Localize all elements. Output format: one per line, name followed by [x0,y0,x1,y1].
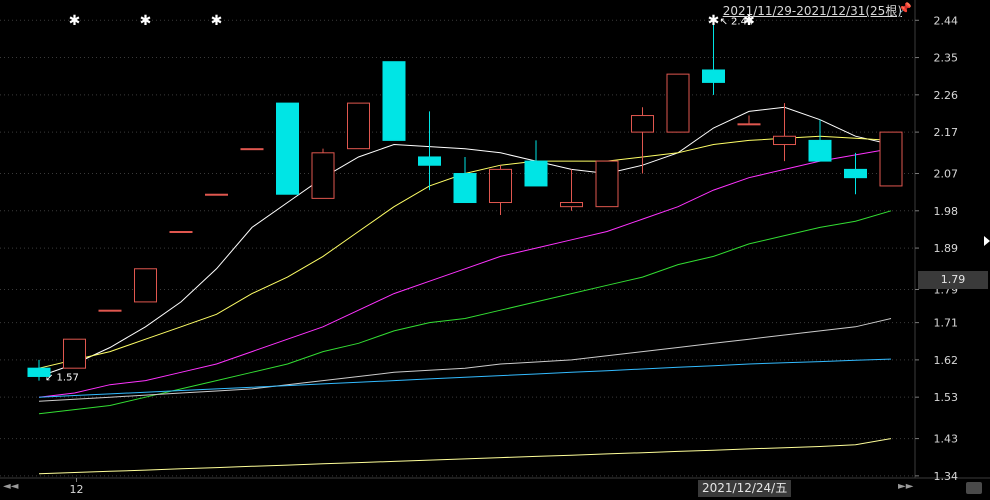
candle-body-up [489,168,512,204]
star-marker: ✱ [69,13,81,29]
star-marker: ✱ [211,13,223,29]
star-markers: ✱ ✱ ✱ ✱ ✱ [69,13,755,29]
cursor-price-label: 1.79 [918,271,988,289]
y-tick-label: 2.07 [934,168,959,181]
y-tick-label: 2.44 [934,14,959,27]
candle [808,119,832,162]
candle [63,338,86,369]
y-tick-label: 2.26 [934,89,959,102]
candle [595,160,619,208]
price-annotation: ↙ 1.57 [45,373,79,384]
y-tick-label: 1.98 [934,205,959,218]
candle-body-up [240,148,264,151]
candle-body-up [169,231,193,234]
date-axis: 12 [70,478,84,496]
candle [737,115,761,126]
ma-line-1 [38,106,892,377]
candle [666,73,690,133]
y-tick-label: 2.17 [934,126,959,139]
candle-body-up [311,152,335,199]
candle [169,231,193,234]
candle-body-up [63,338,86,369]
y-tick-label: 1.71 [934,317,959,330]
candle [418,111,441,191]
candle-body-up [205,193,228,196]
candle [631,107,654,174]
candle-body-down [418,156,441,166]
star-marker: ✱ [140,13,152,29]
candle-body-down [808,139,832,162]
candle [489,165,512,215]
x-tick-label: 12 [70,483,84,496]
y-tick-label: 1.53 [934,391,959,404]
scroll-left-icon[interactable]: ◄◄ [3,481,18,492]
candle [453,156,477,204]
cursor-date-label: 2021/12/24/五 [698,480,792,497]
candle [879,131,903,187]
y-tick-label: 1.89 [934,242,959,255]
candle-body-up [631,115,654,133]
candle-body-up [560,202,583,208]
candle-body-up [773,135,796,146]
candle-body-up [666,73,690,133]
price-axis: 2.442.352.262.172.071.981.891.791.711.62… [915,14,958,483]
candle [524,140,548,187]
candle-body-up [595,160,619,208]
candle-body-down [382,61,406,141]
candle-body-up [134,268,157,303]
candle-body-down [524,160,548,187]
candle [134,268,157,303]
candle-body-up [347,102,370,150]
candle-body-up [98,309,122,312]
date-range-label[interactable]: 2021/11/29-2021/12/31(25根) [723,2,902,19]
candle [382,61,406,141]
candle [347,102,370,150]
ma-line-6 [38,358,892,398]
candle-body-down [276,102,299,195]
pin-icon[interactable]: 📌 [898,2,912,15]
candle-body-up [879,131,903,187]
scrollbar-thumb[interactable] [966,482,982,494]
candle [98,309,122,312]
candle [844,152,867,195]
candle-body-up [737,123,761,126]
candle [311,148,335,199]
candle [560,169,583,211]
candlestick-chart[interactable]: ✱ ✱ ✱ ✱ ✱ ↙ 1.57↖ 2.44 2.442.352.262.172.071… [0,0,990,500]
candle [205,193,228,196]
y-tick-label: 1.43 [934,433,959,446]
candle-body-down [844,168,867,179]
y-tick-label: 1.34 [934,470,959,483]
candle [276,102,299,195]
candle [702,20,725,95]
grid-lines [0,0,990,479]
cursor-arrow-icon [984,236,990,246]
candle-body-down [702,69,725,83]
star-marker: ✱ [708,13,720,29]
candle [240,148,264,151]
scroll-right-icon[interactable]: ►► [898,481,913,492]
candle-body-down [453,173,477,204]
y-tick-label: 2.35 [934,52,959,65]
ma-line-7 [38,438,892,475]
y-tick-label: 1.62 [934,354,959,367]
candles [27,20,903,381]
